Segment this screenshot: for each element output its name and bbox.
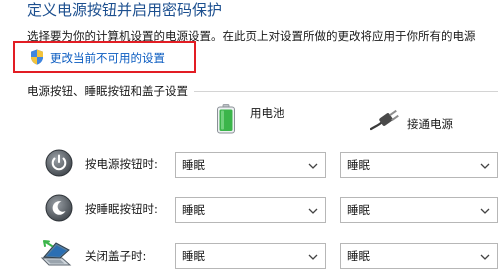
power-button-label: 按电源按钮时: [85, 157, 158, 171]
change-settings-label: 更改当前不可用的设置 [50, 51, 165, 65]
power-button-plugged-select[interactable]: 睡眠 [340, 152, 498, 178]
section-title: 电源按钮、睡眠按钮和盖子设置 [27, 84, 188, 98]
chevron-down-icon [308, 205, 318, 219]
sleep-button-label: 按睡眠按钮时: [85, 202, 158, 216]
sleep-button-battery-select[interactable]: 睡眠 [175, 197, 326, 223]
section-header: 电源按钮、睡眠按钮和盖子设置 [27, 83, 498, 99]
column-header-plugged-in: 接通电源 [369, 109, 453, 134]
lid-close-battery-value: 睡眠 [182, 249, 205, 263]
plugged-in-column-label: 接通电源 [407, 116, 453, 131]
power-button-battery-value: 睡眠 [182, 158, 205, 172]
battery-column-label: 用电池 [250, 105, 285, 120]
page-title: 定义电源按钮并启用密码保护 [27, 1, 223, 19]
uac-shield-icon [30, 49, 44, 68]
lid-close-label: 关闭盖子时: [85, 249, 147, 263]
sleep-button-plugged-select[interactable]: 睡眠 [340, 197, 498, 223]
battery-icon [216, 104, 236, 137]
laptop-lid-icon [40, 238, 74, 272]
sleep-button-plugged-value: 睡眠 [347, 203, 370, 217]
chevron-down-icon [308, 160, 318, 174]
section-divider [194, 90, 498, 92]
chevron-down-icon [308, 251, 318, 265]
power-button-battery-select[interactable]: 睡眠 [175, 152, 326, 178]
column-header-battery: 用电池 [216, 104, 285, 137]
chevron-down-icon [480, 205, 490, 219]
sleep-button-icon [45, 194, 73, 226]
lid-close-plugged-value: 睡眠 [347, 249, 370, 263]
lid-close-plugged-select[interactable]: 睡眠 [340, 243, 498, 269]
power-plug-icon [369, 109, 400, 134]
chevron-down-icon [480, 160, 490, 174]
lid-close-battery-select[interactable]: 睡眠 [175, 243, 326, 269]
chevron-down-icon [480, 251, 490, 265]
sleep-button-battery-value: 睡眠 [182, 203, 205, 217]
power-button-icon [45, 149, 73, 181]
change-unavailable-settings-link[interactable]: 更改当前不可用的设置 [30, 49, 165, 68]
power-button-plugged-value: 睡眠 [347, 158, 370, 172]
